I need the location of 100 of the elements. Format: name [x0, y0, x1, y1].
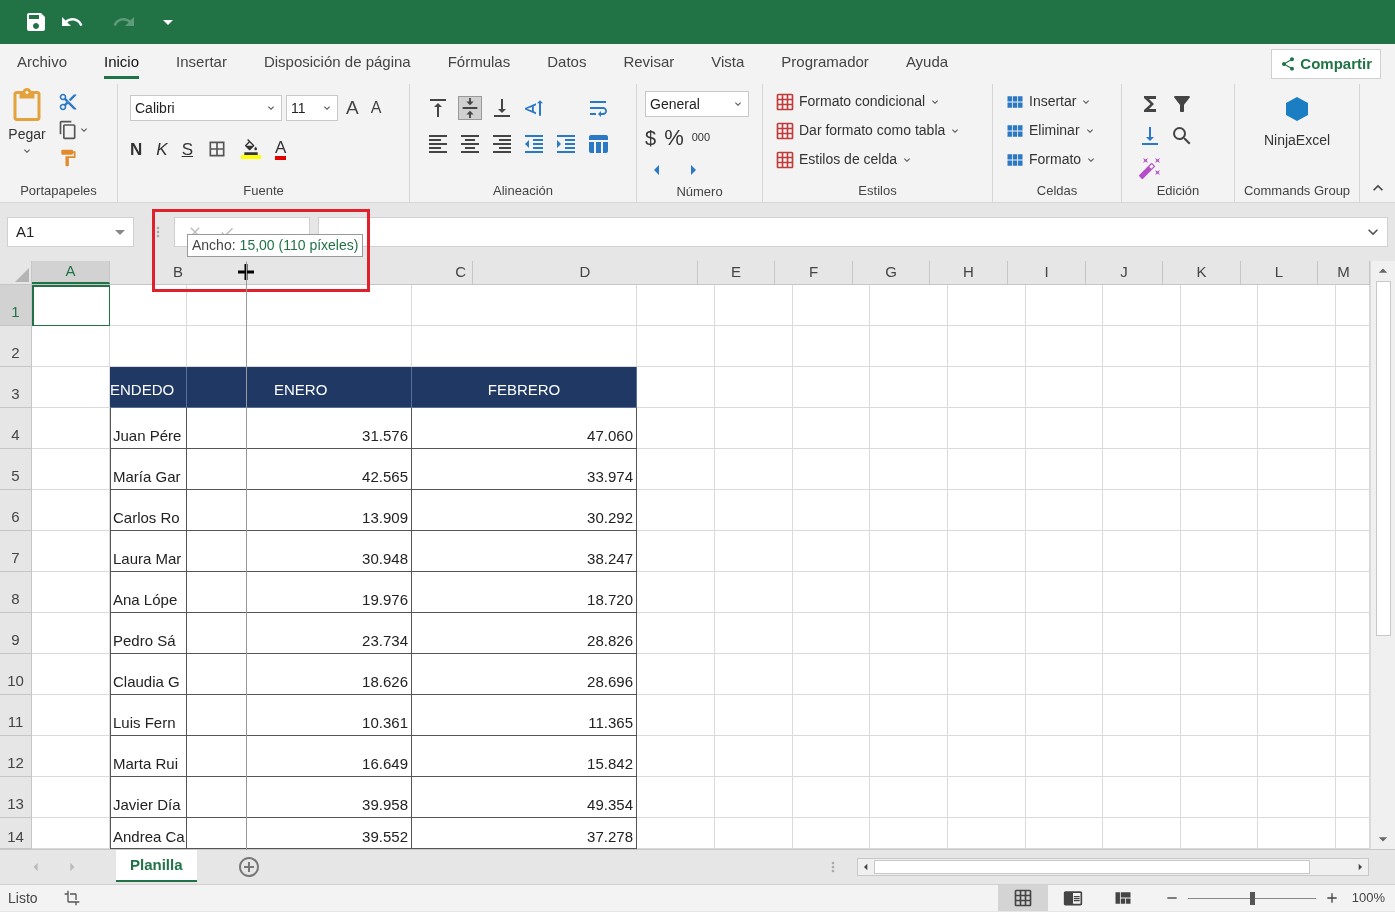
row-header[interactable]: 6: [0, 490, 32, 531]
font-name-dropdown[interactable]: Calibri: [130, 95, 282, 122]
sheet-tab[interactable]: Planilla: [116, 850, 197, 882]
row-header[interactable]: 1: [0, 285, 32, 326]
row-header[interactable]: 7: [0, 531, 32, 572]
scroll-thumb[interactable]: [1375, 281, 1391, 636]
cells-button[interactable]: Insertar: [1005, 90, 1098, 113]
row-header[interactable]: 3: [0, 367, 32, 408]
row-header[interactable]: 9: [0, 613, 32, 654]
zoom-level[interactable]: 100%: [1351, 888, 1385, 908]
styles-button[interactable]: Estilos de celda: [775, 148, 962, 171]
cut-icon[interactable]: [58, 92, 78, 112]
header-cell: FEBRERO: [412, 367, 637, 408]
table-cell: 18.720: [412, 572, 637, 613]
format-painter-icon[interactable]: [58, 148, 78, 168]
number-format-dropdown[interactable]: General: [645, 91, 749, 117]
column-header[interactable]: G: [853, 261, 930, 284]
table-cell: 30.292: [412, 490, 637, 531]
ribbon-tab[interactable]: Insertar: [176, 49, 227, 79]
column-header[interactable]: I: [1008, 261, 1086, 284]
indent-increase-icon[interactable]: [554, 132, 578, 156]
font-size-dropdown[interactable]: 11: [286, 95, 338, 122]
column-header[interactable]: E: [698, 261, 775, 284]
group-label: Celdas: [1036, 182, 1078, 201]
row-header[interactable]: 14: [0, 818, 32, 849]
row-header[interactable]: 11: [0, 695, 32, 736]
status-text: Listo: [8, 888, 38, 908]
align-center-icon[interactable]: [458, 132, 482, 156]
align-middle-icon[interactable]: [458, 96, 482, 120]
column-header[interactable]: K: [1163, 261, 1241, 284]
table-cell: Javier Día: [110, 777, 187, 818]
row-header[interactable]: 8: [0, 572, 32, 613]
cells-button[interactable]: Formato: [1005, 148, 1098, 171]
save-icon[interactable]: [24, 10, 48, 34]
table-cell: Luis Fern: [110, 695, 187, 736]
currency-button[interactable]: $: [645, 122, 657, 153]
table-cell: Juan Pére: [110, 408, 187, 449]
group-label: Alineación: [493, 182, 553, 201]
fill-color-icon[interactable]: [240, 139, 261, 160]
cells-button[interactable]: Eliminar: [1005, 119, 1098, 142]
ribbon-tab[interactable]: Ayuda: [905, 49, 949, 79]
align-right-icon[interactable]: [490, 132, 514, 156]
ribbon-tab[interactable]: Datos: [547, 49, 587, 79]
row-header[interactable]: 10: [0, 654, 32, 695]
row-header[interactable]: 13: [0, 777, 32, 818]
column-header[interactable]: A: [32, 261, 110, 284]
paste-button[interactable]: Pegar: [4, 88, 50, 180]
ribbon-tab[interactable]: Programador: [781, 49, 869, 79]
font-color-button[interactable]: A: [274, 138, 287, 160]
header-cell: [187, 367, 247, 408]
table-icon: [775, 149, 795, 170]
ribbon-tab[interactable]: Revisar: [623, 49, 675, 79]
tooltip-value: 15,00 (110 píxeles): [239, 236, 359, 255]
share-button[interactable]: Compartir: [1271, 49, 1381, 79]
column-header[interactable]: L: [1241, 261, 1318, 284]
grow-font-button[interactable]: A: [342, 94, 363, 123]
table-cell: 28.826: [412, 613, 637, 654]
ribbon-tab[interactable]: Inicio: [104, 49, 140, 79]
align-left-icon[interactable]: [426, 132, 450, 156]
table-cell: Laura Mar: [110, 531, 187, 572]
header-cell: ENERO: [247, 367, 412, 408]
column-header[interactable]: H: [930, 261, 1008, 284]
thousands-button[interactable]: 000: [691, 129, 711, 146]
row-header[interactable]: 2: [0, 326, 32, 367]
copy-icon[interactable]: [58, 120, 78, 140]
table-cell: Claudia G: [110, 654, 187, 695]
ninjaexcel-button[interactable]: NinjaExcel: [1239, 88, 1355, 180]
table-cell: Pedro Sá: [110, 613, 187, 654]
horizontal-scrollbar[interactable]: [857, 858, 1369, 876]
column-header[interactable]: F: [775, 261, 853, 284]
row-header[interactable]: 5: [0, 449, 32, 490]
normal-view-icon[interactable]: [997, 885, 1048, 911]
bold-button[interactable]: N: [130, 136, 143, 162]
header-cell: ENDEDO: [110, 367, 187, 408]
shrink-font-button[interactable]: A: [366, 96, 386, 121]
group-label: Número: [676, 183, 723, 202]
zoom-thumb[interactable]: [1249, 891, 1255, 905]
row-header[interactable]: 4: [0, 408, 32, 449]
indent-decrease-icon[interactable]: [522, 132, 546, 156]
column-header[interactable]: D: [473, 261, 698, 284]
zoom-slider[interactable]: [1187, 891, 1316, 905]
vertical-scrollbar[interactable]: [1370, 261, 1395, 849]
scroll-thumb[interactable]: [874, 860, 1310, 874]
ribbon-tab[interactable]: Fórmulas: [447, 49, 511, 79]
group-label: Estilos: [858, 182, 897, 201]
percent-button[interactable]: %: [664, 121, 684, 154]
ribbon-tab[interactable]: Archivo: [17, 49, 68, 79]
name-box[interactable]: A1: [7, 217, 134, 247]
ribbon-tab[interactable]: Disposición de página: [263, 49, 411, 79]
row-header[interactable]: 12: [0, 736, 32, 777]
table-cell: 28.696: [412, 654, 637, 695]
italic-button[interactable]: K: [156, 136, 168, 162]
column-header[interactable]: J: [1086, 261, 1163, 284]
underline-button[interactable]: S: [181, 136, 193, 162]
styles-button[interactable]: Dar formato como tabla: [775, 119, 962, 142]
add-sheet-icon[interactable]: [236, 855, 261, 879]
ribbon-tab[interactable]: Vista: [711, 49, 745, 79]
group-label: Edición: [1156, 182, 1200, 201]
styles-button[interactable]: Formato condicional: [775, 90, 962, 113]
table-cell: 15.842: [412, 736, 637, 777]
